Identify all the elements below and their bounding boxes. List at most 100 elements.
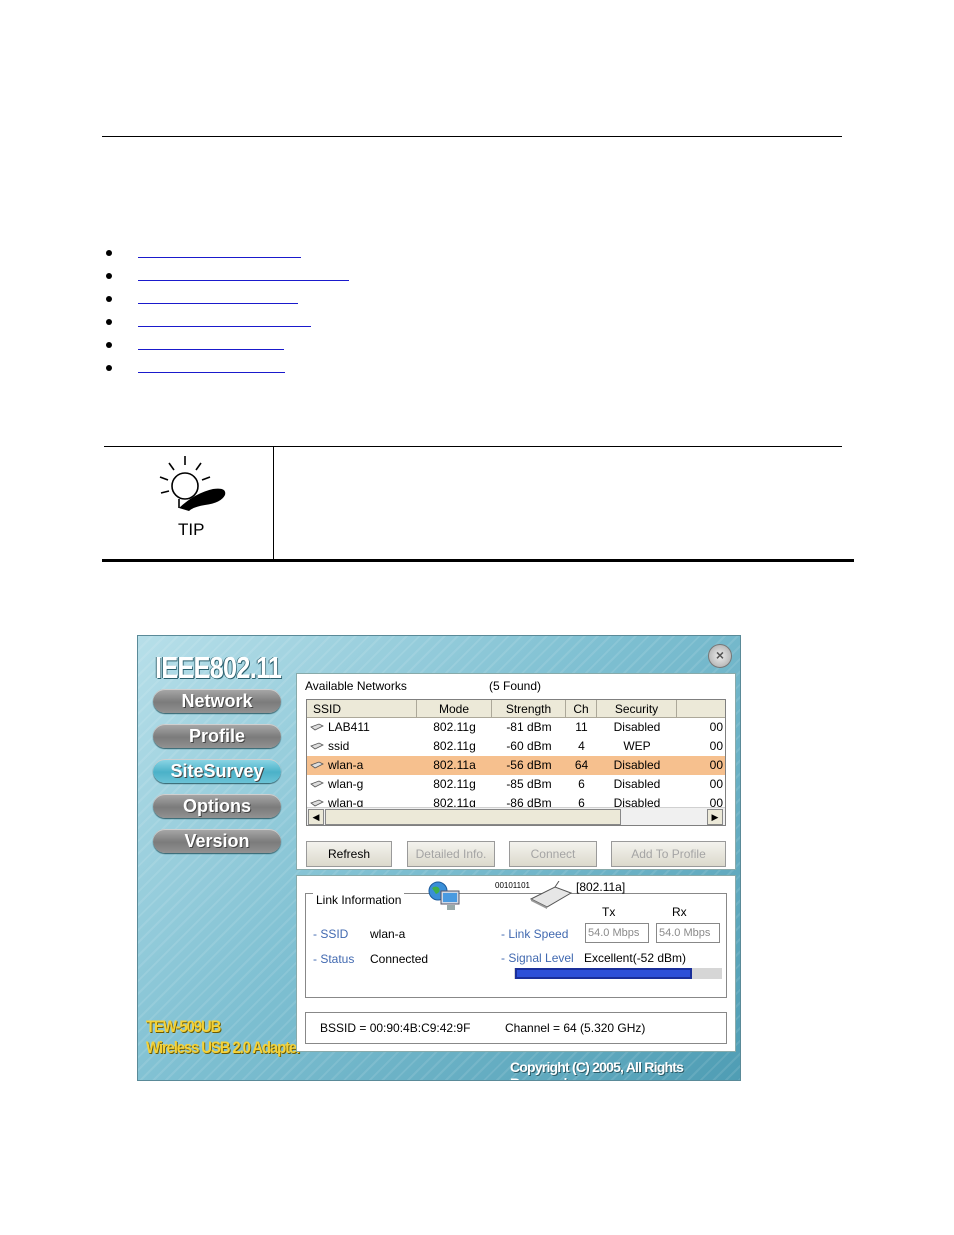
tx-header: Tx — [602, 905, 616, 919]
bullet — [106, 319, 112, 325]
channel-value: Channel = 64 (5.320 GHz) — [505, 1021, 646, 1035]
status-value: Connected — [370, 952, 429, 966]
tx-speed-field: 54.0 Mbps — [585, 923, 649, 943]
band-label: [802.11a] — [576, 880, 626, 894]
signal-level-label: - Signal Level — [501, 951, 574, 965]
access-point-icon — [310, 799, 324, 807]
nav-profile-button[interactable]: Profile — [153, 724, 281, 748]
scroll-left-icon[interactable]: ◀ — [308, 809, 324, 825]
cell-ssid: ssid — [328, 739, 350, 753]
brand-title: IEEE802.11 — [155, 650, 282, 685]
cell-ssid: wlan-g — [328, 777, 364, 791]
cell-extra: 00 — [709, 739, 723, 753]
section-rule — [102, 136, 842, 137]
column-header-ssid[interactable]: SSID — [307, 700, 417, 718]
model-line-1: TEW-509UB — [146, 1017, 221, 1036]
wireless-adapter-icon — [529, 881, 573, 909]
model-line-2: Wireless USB 2.0 Adapter — [146, 1038, 302, 1057]
model-name: TEW-509UB Wireless USB 2.0 Adapter — [146, 1016, 302, 1058]
add-to-profile-button[interactable]: Add To Profile — [611, 841, 726, 867]
link-information-title: Link Information — [313, 893, 405, 907]
rx-speed-field: 54.0 Mbps — [656, 923, 720, 943]
cell-ch: 6 — [578, 777, 585, 791]
table-row[interactable]: wlan-a 802.11a -56 dBm 64 Disabled 00 — [307, 756, 725, 775]
tip-top-rule — [104, 446, 842, 447]
table-row[interactable]: ssid 802.11g -60 dBm 4 WEP 00 — [307, 737, 725, 756]
tip-bottom-rule — [102, 559, 854, 562]
signal-bar-fill — [515, 968, 692, 979]
site-survey-panel: Available Networks (5 Found) SSID Mode S… — [296, 673, 736, 870]
cell-mode: 802.11g — [433, 739, 476, 753]
data-bits: 00101101 — [495, 881, 530, 890]
ssid-label: - SSID — [313, 927, 349, 941]
refresh-button[interactable]: Refresh — [306, 841, 392, 867]
cell-mode: 802.11g — [433, 777, 476, 791]
column-header-strength[interactable]: Strength — [492, 700, 566, 718]
networks-table: SSID Mode Strength Ch Security LAB411 802… — [306, 699, 726, 826]
scroll-right-icon[interactable]: ▶ — [707, 809, 723, 825]
nav-sitesurvey-button[interactable]: SiteSurvey — [153, 759, 281, 783]
bssid-box: BSSID = 00:90:4B:C9:42:9F Channel = 64 (… — [305, 1012, 727, 1044]
bullet — [106, 365, 112, 371]
signal-level-value: Excellent(-52 dBm) — [584, 951, 687, 965]
hyperlink-underline[interactable] — [138, 349, 284, 350]
column-header-extra[interactable] — [677, 700, 725, 718]
cell-extra: 00 — [709, 758, 723, 772]
hyperlink-underline[interactable] — [138, 326, 311, 327]
ssid-value: wlan-a — [370, 927, 406, 941]
cell-security: Disabled — [613, 720, 661, 734]
copyright-text: Copyright (C) 2005, All Rights Reserved. — [510, 1059, 684, 1080]
cell-security: Disabled — [613, 777, 661, 791]
cell-ch: 64 — [574, 758, 589, 772]
cell-security: WEP — [623, 739, 651, 753]
horizontal-scrollbar[interactable]: ◀ ▶ — [307, 807, 725, 825]
bullet — [106, 296, 112, 302]
access-point-icon — [310, 742, 324, 750]
found-count: (5 Found) — [489, 679, 542, 693]
cell-ssid: wlan-a — [328, 758, 364, 772]
nav-network-button[interactable]: Network — [153, 689, 281, 713]
cell-strength: -81 dBm — [506, 720, 552, 734]
cell-extra: 00 — [709, 720, 723, 734]
hyperlink-underline[interactable] — [138, 280, 349, 281]
cell-ch: 4 — [578, 739, 585, 753]
column-header-security[interactable]: Security — [597, 700, 677, 718]
cell-strength: -85 dBm — [506, 777, 552, 791]
cell-security: Disabled — [613, 758, 661, 772]
hyperlink-underline[interactable] — [138, 303, 298, 304]
column-header-ch[interactable]: Ch — [566, 700, 597, 718]
nav-version-button[interactable]: Version — [153, 829, 281, 853]
table-row[interactable]: wlan-g 802.11g -85 dBm 6 Disabled 00 — [307, 775, 725, 794]
hyperlink-underline[interactable] — [138, 257, 301, 258]
bullet — [106, 273, 112, 279]
tip-label: TIP — [178, 520, 205, 539]
network-computer-icon — [428, 881, 460, 910]
cell-mode: 802.11g — [433, 720, 476, 734]
tip-divider — [273, 446, 274, 560]
close-icon[interactable]: × — [708, 644, 732, 668]
nav-options-button[interactable]: Options — [153, 794, 281, 818]
cell-extra: 00 — [709, 777, 723, 791]
column-header-mode[interactable]: Mode — [417, 700, 492, 718]
status-label: - Status — [313, 952, 355, 966]
utility-window: IEEE802.11 × Network Profile SiteSurvey … — [137, 635, 741, 1081]
cell-ch: 11 — [575, 720, 588, 734]
rx-header: Rx — [672, 905, 687, 919]
cell-strength: -56 dBm — [506, 758, 552, 772]
bssid-value: BSSID = 00:90:4B:C9:42:9F — [320, 1021, 471, 1035]
hyperlink-underline[interactable] — [138, 372, 285, 373]
available-networks-label: Available Networks — [305, 679, 407, 693]
connect-button[interactable]: Connect — [509, 841, 597, 867]
link-information-group — [305, 893, 727, 998]
table-row[interactable]: LAB411 802.11g -81 dBm 11 Disabled 00 — [307, 718, 725, 737]
link-info-panel: Link Information 00101101 [802.11a] Tx R… — [296, 875, 736, 1052]
bullet — [106, 342, 112, 348]
cell-ssid: LAB411 — [328, 720, 370, 734]
access-point-icon — [310, 780, 324, 788]
scroll-thumb[interactable] — [325, 809, 621, 825]
link-speed-label: - Link Speed — [501, 927, 569, 941]
detailed-info-button[interactable]: Detailed Info. — [407, 841, 495, 867]
bullet — [106, 250, 112, 256]
cell-mode: 802.11a — [433, 758, 476, 772]
access-point-icon — [310, 723, 324, 731]
